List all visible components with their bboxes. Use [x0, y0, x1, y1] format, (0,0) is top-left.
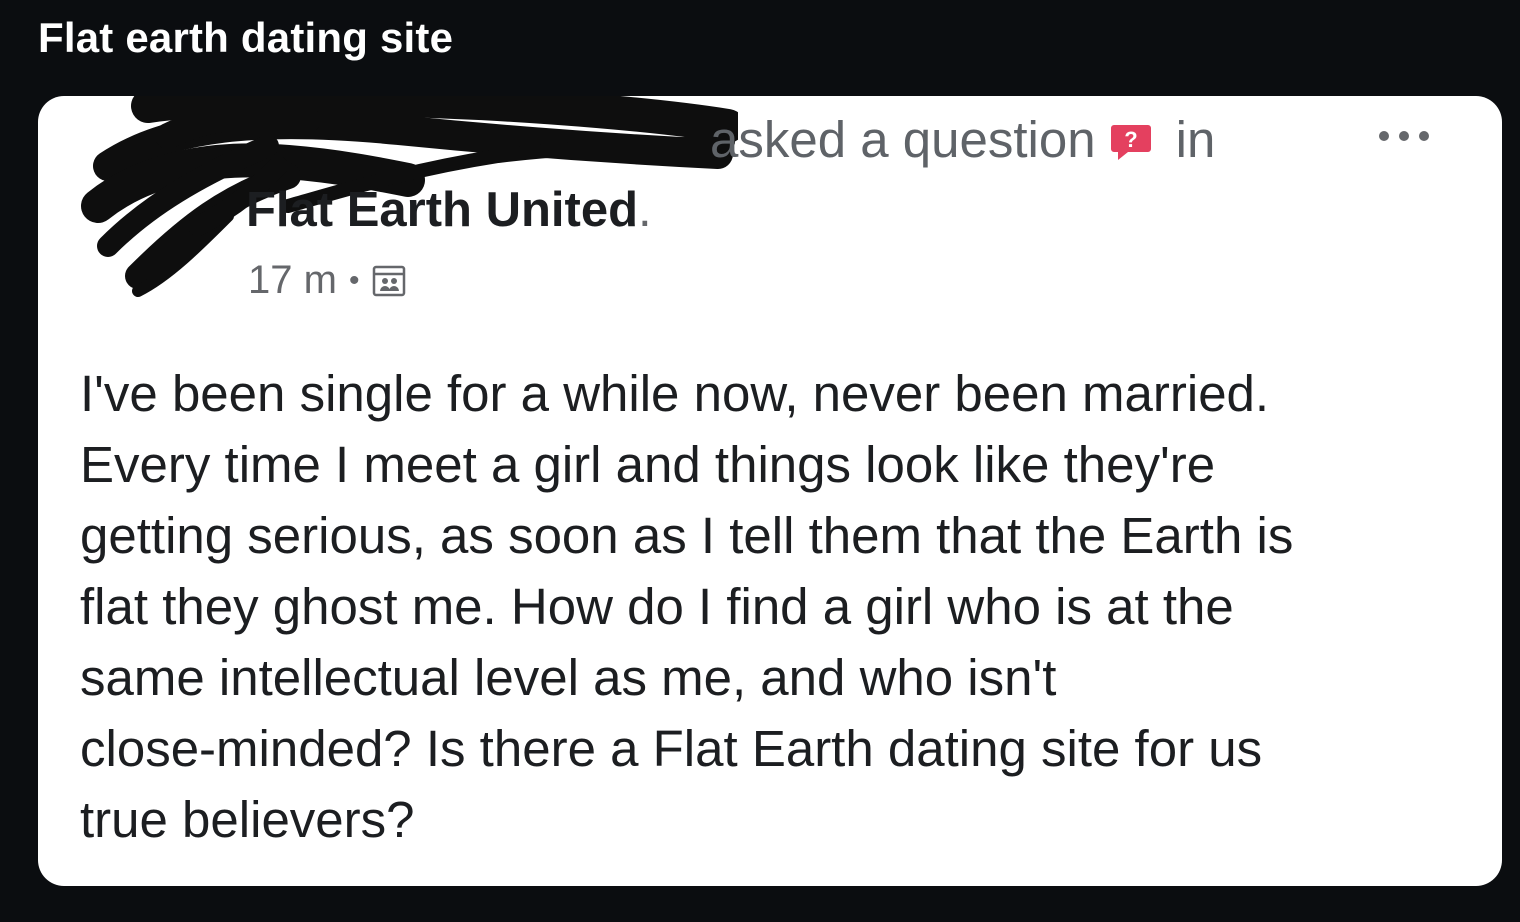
in-text: in: [1175, 111, 1216, 168]
post-timestamp[interactable]: 17 m: [248, 258, 337, 303]
meta-separator: •: [348, 263, 360, 297]
post-screenshot-card[interactable]: asked a question ? in Flat Earth United.…: [38, 96, 1502, 886]
post-meta: 17 m •: [248, 258, 407, 303]
asked-question-text: asked a question: [710, 111, 1096, 168]
post-action-line: asked a question ? in: [710, 110, 1215, 169]
more-options-icon[interactable]: [1374, 126, 1434, 146]
post-body-text: I've been single for a while now, never …: [80, 365, 1294, 848]
tweet-headline: Flat earth dating site: [38, 14, 454, 61]
group-name[interactable]: Flat Earth United: [246, 183, 638, 237]
group-name-link[interactable]: Flat Earth United.: [246, 182, 652, 238]
question-badge-icon: ?: [1110, 124, 1151, 160]
group-name-period: .: [638, 183, 652, 237]
question-badge-glyph: ?: [1124, 127, 1137, 152]
group-privacy-icon: [373, 265, 406, 296]
